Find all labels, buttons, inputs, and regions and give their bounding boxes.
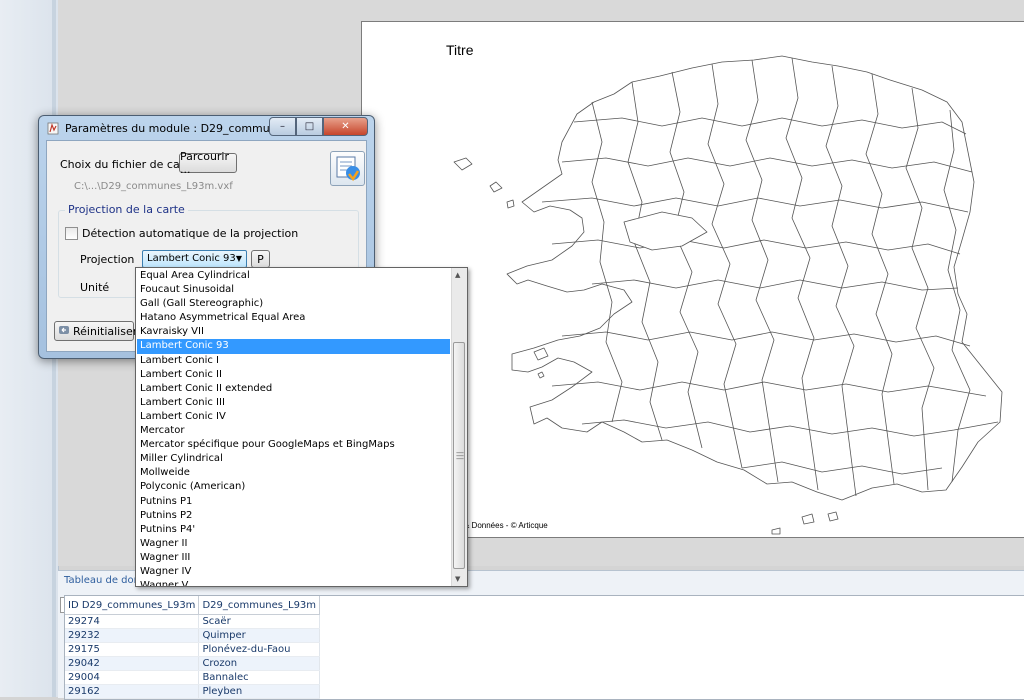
projection-option[interactable]: Lambert Conic II — [137, 368, 450, 382]
projection-option[interactable]: Miller Cylindrical — [137, 452, 450, 466]
table-row[interactable]: 29175 Plonévez-du-Faou — [65, 642, 321, 657]
projection-option[interactable]: Putnins P2 — [137, 509, 450, 523]
grip-icon: — — — — [456, 448, 464, 463]
projection-option[interactable]: Lambert Conic IV — [137, 410, 450, 424]
projection-option[interactable]: Equal Area Cylindrical — [137, 269, 450, 283]
table-cell-name[interactable]: Crozon — [198, 656, 321, 671]
projection-option[interactable]: Lambert Conic II extended — [137, 382, 450, 396]
table-cell-name[interactable]: Bannalec — [198, 670, 321, 685]
projection-option[interactable]: Lambert Conic 93 — [137, 339, 450, 354]
table-cell-name[interactable]: Plonévez-du-Faou — [198, 642, 321, 657]
dropdown-scrollbar[interactable]: ▲ — — — ▼ — [451, 268, 467, 586]
projection-option[interactable]: Putnins P4' — [137, 523, 450, 537]
reset-button[interactable]: Réinitialiser — [54, 321, 138, 341]
app-icon — [47, 122, 59, 135]
scroll-down-icon[interactable]: ▼ — [455, 575, 460, 583]
column-header-name[interactable]: D29_communes_L93m — [198, 596, 321, 615]
projection-group-label: Projection de la carte — [65, 203, 188, 216]
map-credit: & Données - © Articque — [464, 521, 548, 530]
data-table-panel: Tableau de donn ID D29_communes_L93m D29… — [58, 570, 1024, 700]
table-row[interactable]: 29274 Scaër — [65, 614, 321, 629]
file-path-text: C:\...\D29_communes_L93m.vxf — [74, 181, 233, 192]
column-header-id[interactable]: ID D29_communes_L93m — [65, 596, 200, 615]
data-grid[interactable]: ID D29_communes_L93m D29_communes_L93m 2… — [64, 595, 1024, 700]
projection-p-button[interactable]: P — [251, 250, 270, 268]
map-title[interactable]: Titre — [446, 42, 473, 58]
table-cell-name[interactable]: Scaër — [198, 614, 321, 629]
table-cell-id[interactable]: 29274 — [65, 614, 200, 629]
minimize-button[interactable]: – — [269, 117, 296, 136]
reset-button-label: Réinitialiser — [73, 324, 138, 338]
table-cell-id[interactable]: 29162 — [65, 684, 200, 699]
projection-option[interactable]: Foucaut Sinusoidal — [137, 283, 450, 297]
projection-option[interactable]: Polyconic (American) — [137, 480, 450, 494]
close-button[interactable]: ✕ — [323, 117, 368, 136]
projection-option[interactable]: Hatano Asymmetrical Equal Area — [137, 311, 450, 325]
projection-option[interactable]: Lambert Conic I — [137, 354, 450, 368]
unit-label: Unité — [80, 281, 110, 294]
table-row[interactable]: 29004 Bannalec — [65, 670, 321, 685]
projection-option[interactable]: Kavraisky VII — [137, 325, 450, 339]
table-row[interactable]: 29042 Crozon — [65, 656, 321, 671]
projection-label: Projection — [80, 253, 135, 266]
projection-option[interactable]: Mollweide — [137, 466, 450, 480]
projection-option[interactable]: Mercator spécifique pour GoogleMaps et B… — [137, 438, 450, 452]
window-controls: – □ ✕ — [269, 117, 368, 136]
scrollbar-thumb[interactable]: — — — — [453, 342, 465, 569]
projection-option[interactable]: Mercator — [137, 424, 450, 438]
table-cell-id[interactable]: 29232 — [65, 628, 200, 643]
maximize-button[interactable]: □ — [296, 117, 323, 136]
projection-option[interactable]: Wagner II — [137, 537, 450, 551]
projection-option[interactable]: Putnins P1 — [137, 495, 450, 509]
projection-combobox-value: Lambert Conic 93 — [147, 253, 236, 264]
auto-detect-checkbox[interactable] — [65, 227, 78, 240]
auto-detect-label: Détection automatique de la projection — [82, 227, 299, 240]
projection-option[interactable]: Lambert Conic III — [137, 396, 450, 410]
projection-options: Equal Area Cylindrical Foucaut Sinusoidal… — [137, 269, 450, 586]
projection-option[interactable]: Wagner V — [137, 579, 450, 586]
projection-combobox[interactable]: Lambert Conic 93 ▼ — [142, 250, 247, 268]
projection-option[interactable]: Gall (Gall Stereographic) — [137, 297, 450, 311]
browse-button[interactable]: Parcourir ... — [179, 150, 237, 176]
projection-option[interactable]: Wagner III — [137, 551, 450, 565]
table-row[interactable]: 29232 Quimper — [65, 628, 321, 643]
map-outline — [506, 55, 1003, 501]
undo-icon — [58, 324, 70, 339]
projection-dropdown-list[interactable]: Equal Area Cylindrical Foucaut Sinusoidal… — [135, 267, 468, 587]
table-cell-id[interactable]: 29175 — [65, 642, 200, 657]
table-cell-id[interactable]: 29042 — [65, 656, 200, 671]
table-cell-name[interactable]: Quimper — [198, 628, 321, 643]
map-file-icon[interactable] — [330, 151, 365, 186]
projection-option[interactable]: Wagner IV — [137, 565, 450, 579]
chevron-down-icon: ▼ — [235, 254, 242, 263]
table-row[interactable]: 29162 Pleyben — [65, 684, 321, 699]
table-cell-name[interactable]: Pleyben — [198, 684, 321, 699]
table-cell-id[interactable]: 29004 — [65, 670, 200, 685]
scroll-up-icon[interactable]: ▲ — [455, 271, 460, 279]
choose-file-label: Choix du fichier de carte — [60, 158, 196, 171]
